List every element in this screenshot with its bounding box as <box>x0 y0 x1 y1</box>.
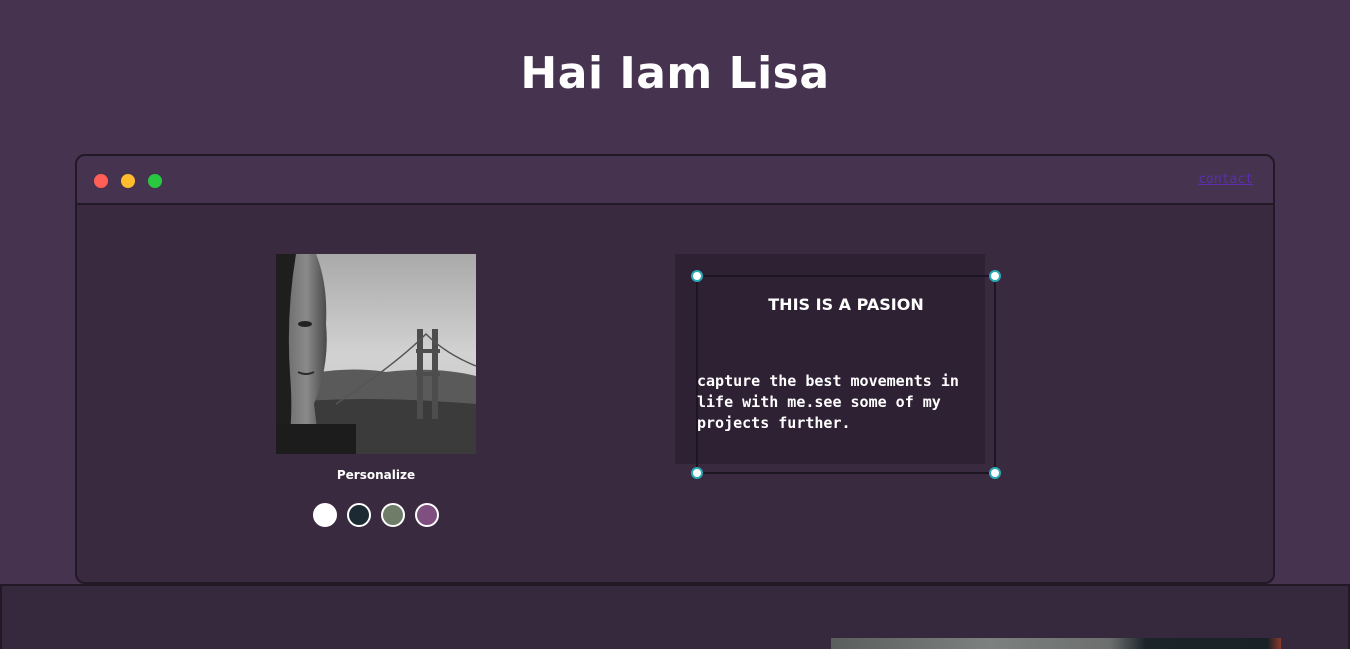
color-swatch-group <box>313 503 439 529</box>
swatch-olive[interactable] <box>381 503 405 527</box>
resize-handle-top-left[interactable] <box>691 270 703 282</box>
close-dot-icon[interactable] <box>94 174 108 188</box>
page: Hai Iam Lisa contact Personalize THIS IS… <box>0 0 1350 649</box>
browser-window: contact Personalize THIS IS A PASION cap… <box>75 154 1275 584</box>
personalize-label: Personalize <box>336 468 416 482</box>
project-photo <box>831 638 1281 649</box>
resize-handle-bottom-right[interactable] <box>989 467 1001 479</box>
passion-heading: THIS IS A PASION <box>768 295 924 314</box>
passion-text: capture the best movements in life with … <box>697 372 959 432</box>
resize-handle-top-right[interactable] <box>989 270 1001 282</box>
contact-link[interactable]: contact <box>1198 172 1253 187</box>
maximize-dot-icon[interactable] <box>148 174 162 188</box>
swatch-dark[interactable] <box>347 503 371 527</box>
swatch-purple[interactable] <box>415 503 439 527</box>
swatch-white[interactable] <box>313 503 337 527</box>
window-title-bar: contact <box>77 156 1273 205</box>
profile-photo <box>276 254 476 454</box>
page-title: Hai Iam Lisa <box>520 48 830 99</box>
portrait-photo-icon <box>276 254 476 454</box>
minimize-dot-icon[interactable] <box>121 174 135 188</box>
resize-handle-bottom-left[interactable] <box>691 467 703 479</box>
next-section <box>0 584 1350 649</box>
